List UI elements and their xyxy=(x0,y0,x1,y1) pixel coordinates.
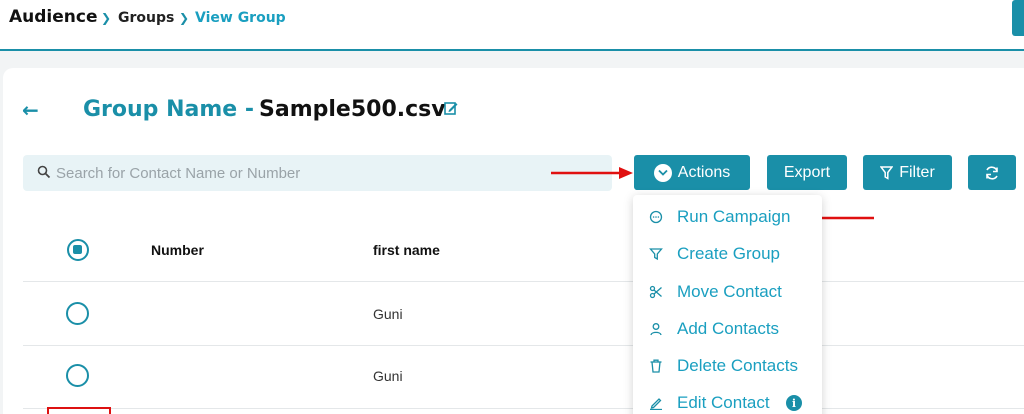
menu-item-run-campaign[interactable]: Run Campaign xyxy=(633,202,822,232)
cell-first-name: Guni xyxy=(373,306,403,322)
row-divider xyxy=(23,281,1024,282)
annotation-highlight-box xyxy=(47,407,111,414)
breadcrumb-groups[interactable]: Groups xyxy=(118,10,174,26)
top-right-button[interactable] xyxy=(1012,0,1024,36)
edit-icon[interactable] xyxy=(444,101,458,115)
select-all-checkbox[interactable] xyxy=(67,239,89,261)
filter-label: Filter xyxy=(899,163,935,181)
refresh-button[interactable] xyxy=(968,155,1016,190)
search-input[interactable] xyxy=(56,155,606,191)
chat-bubble-icon xyxy=(649,210,663,224)
row-checkbox[interactable] xyxy=(66,364,89,387)
column-header-number[interactable]: Number xyxy=(151,242,204,258)
chevron-right-icon: ❯ xyxy=(101,11,112,25)
search-box xyxy=(23,155,612,191)
row-divider xyxy=(23,408,1024,409)
search-icon xyxy=(37,165,51,179)
group-name-value: Sample500.csv xyxy=(259,97,446,122)
menu-item-move-contact[interactable]: Move Contact xyxy=(633,277,822,307)
user-icon xyxy=(650,323,662,336)
filter-button[interactable]: Filter xyxy=(863,155,952,190)
chevron-down-icon xyxy=(653,163,672,182)
menu-item-label: Add Contacts xyxy=(677,319,780,338)
menu-item-delete-contacts[interactable]: Delete Contacts xyxy=(633,351,822,381)
filter-icon xyxy=(880,165,894,180)
row-checkbox[interactable] xyxy=(66,302,89,325)
menu-item-label: Create Group xyxy=(677,244,780,263)
chevron-right-icon: ❯ xyxy=(179,11,190,25)
export-label: Export xyxy=(783,163,831,181)
menu-item-label: Run Campaign xyxy=(677,207,791,226)
column-header-first-name[interactable]: first name xyxy=(373,242,440,258)
actions-dropdown-menu: Run Campaign Create Group Move Contact A… xyxy=(633,195,822,414)
breadcrumb-view-group: View Group xyxy=(195,10,286,26)
menu-item-create-group[interactable]: Create Group xyxy=(633,239,822,269)
menu-item-label: Edit Contact xyxy=(677,393,770,412)
actions-label: Actions xyxy=(677,163,731,181)
back-arrow-icon[interactable]: ← xyxy=(22,98,39,122)
pencil-icon xyxy=(650,398,662,410)
menu-item-add-contacts[interactable]: Add Contacts xyxy=(633,314,822,344)
top-bar: Audience ❯ Groups ❯ View Group xyxy=(0,0,1024,51)
trash-icon xyxy=(650,359,662,373)
actions-button[interactable]: Actions xyxy=(634,155,750,190)
refresh-icon xyxy=(986,165,998,180)
row-divider xyxy=(23,345,1024,346)
export-button[interactable]: Export xyxy=(767,155,847,190)
annotation-arrow-actions xyxy=(551,167,633,179)
scissors-icon xyxy=(649,285,662,299)
cell-first-name: Guni xyxy=(373,368,403,384)
group-name-label: Group Name - xyxy=(83,97,254,122)
info-icon[interactable]: i xyxy=(786,395,802,411)
filter-icon xyxy=(649,248,663,261)
menu-item-label: Delete Contacts xyxy=(677,356,798,375)
breadcrumb-audience[interactable]: Audience xyxy=(9,7,98,27)
menu-item-label: Move Contact xyxy=(677,282,782,301)
menu-item-edit-contact[interactable]: Edit Contact i xyxy=(633,388,822,414)
